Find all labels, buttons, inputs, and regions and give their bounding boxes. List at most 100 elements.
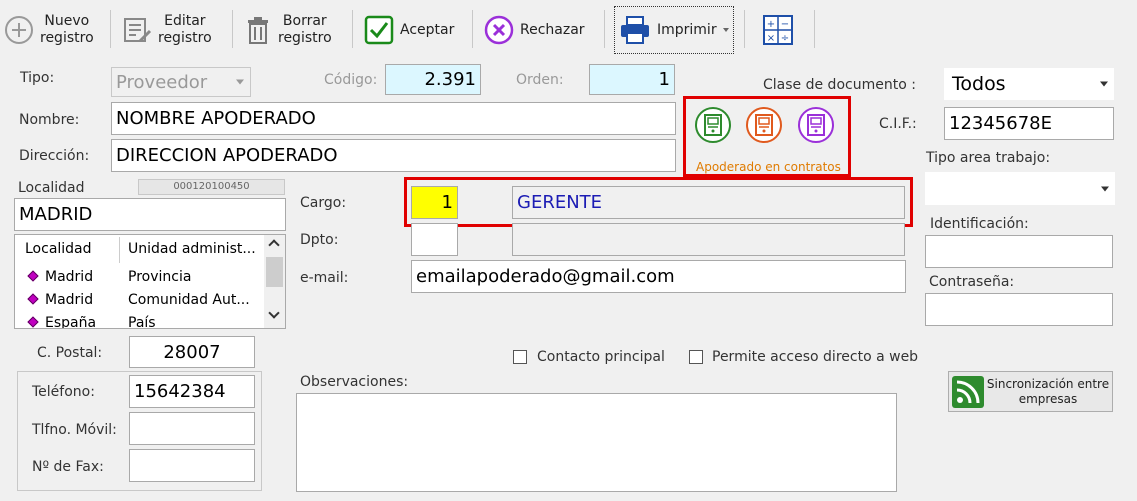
contrasena-field[interactable] xyxy=(925,293,1113,326)
grid-header: Localidad Unidad administ... xyxy=(15,239,271,261)
contacto-principal-label: Contacto principal xyxy=(537,349,665,365)
svg-text:+: + xyxy=(767,19,775,30)
contacto-principal-checkbox[interactable] xyxy=(513,350,527,364)
svg-text:−: − xyxy=(781,19,789,30)
acceso-web-label: Permite acceso directo a web xyxy=(712,349,919,365)
clase-documento-value: Todos xyxy=(952,73,1006,95)
telefono-field[interactable]: 15642384 xyxy=(129,375,255,408)
table-row[interactable]: Madrid Comunidad Aut... xyxy=(15,290,263,312)
observaciones-label: Observaciones: xyxy=(300,374,409,390)
apoderado-contract-orange-button[interactable] xyxy=(746,107,782,143)
table-row[interactable]: España País xyxy=(15,313,263,329)
diamond-icon xyxy=(27,270,39,282)
apoderado-contract-green-button[interactable] xyxy=(695,107,731,143)
rss-feed-icon xyxy=(952,375,984,408)
tipo-area-select[interactable] xyxy=(925,172,1115,205)
email-label: e-mail: xyxy=(300,270,349,286)
editar-registro-button[interactable]: Editar registro xyxy=(122,6,212,54)
codigo-label: Código: xyxy=(324,72,378,88)
aceptar-label: Aceptar xyxy=(400,21,455,38)
chevron-up-icon[interactable] xyxy=(268,239,280,251)
apoderado-contract-purple-button[interactable] xyxy=(798,107,834,143)
tipo-select[interactable]: Proveedor xyxy=(111,67,251,97)
toolbar-separator xyxy=(472,10,473,48)
table-row[interactable]: Madrid Provincia xyxy=(15,267,263,289)
cargo-description-field[interactable]: GERENTE xyxy=(512,186,905,219)
reject-circle-icon xyxy=(484,15,514,45)
nuevo-registro-button[interactable]: Nuevo registro xyxy=(4,6,94,54)
dpto-code-field[interactable] xyxy=(411,223,458,256)
aceptar-button[interactable]: Aceptar xyxy=(364,6,454,54)
localidad-grid: Localidad Unidad administ... Madrid Prov… xyxy=(14,234,286,329)
identificacion-field[interactable] xyxy=(925,235,1113,268)
fax-label: Nº de Fax: xyxy=(32,459,104,475)
nombre-label: Nombre: xyxy=(19,112,80,128)
tipo-label: Tipo: xyxy=(20,70,55,86)
cargo-code-field[interactable]: 1 xyxy=(411,186,458,219)
contract-document-icon xyxy=(704,114,722,136)
orden-label: Orden: xyxy=(516,72,564,88)
grid-cell-localidad: España xyxy=(45,315,97,329)
cif-label: C.I.F.: xyxy=(879,116,917,132)
localidad-label: Localidad xyxy=(18,180,85,196)
identificacion-label: Identificación: xyxy=(930,216,1029,232)
apoderado-caption: Apoderado en contratos xyxy=(696,160,841,174)
editar-label-2: registro xyxy=(158,30,212,46)
toolbar: Nuevo registro Editar registro Borrar regis… xyxy=(0,0,1137,60)
contrasena-label: Contraseña: xyxy=(929,274,1015,290)
sync-label-1: Sincronización entre xyxy=(986,376,1110,391)
direccion-field[interactable]: DIRECCION APODERADO xyxy=(111,139,676,172)
telefono-label: Teléfono: xyxy=(32,384,95,400)
calculator-button[interactable]: + − × ÷ xyxy=(762,6,794,54)
sync-label-2: empresas xyxy=(1018,391,1078,406)
trash-icon xyxy=(248,17,268,44)
grid-header-localidad: Localidad xyxy=(25,241,92,257)
toolbar-separator xyxy=(814,10,815,48)
edit-document-icon xyxy=(124,18,152,43)
borrar-registro-button[interactable]: Borrar registro xyxy=(244,6,332,54)
orden-field[interactable]: 1 xyxy=(589,64,675,95)
contract-document-icon xyxy=(755,114,773,136)
grid-header-unidad: Unidad administ... xyxy=(128,241,256,257)
grid-cell-localidad: Madrid xyxy=(45,269,94,285)
rechazar-button[interactable]: Rechazar xyxy=(484,6,585,54)
add-circle-icon xyxy=(5,16,33,44)
imprimir-button[interactable]: Imprimir xyxy=(614,6,734,54)
calculator-icon: + − × ÷ xyxy=(763,15,793,45)
toolbar-separator xyxy=(110,10,111,48)
chevron-down-icon xyxy=(722,28,729,32)
localidad-field[interactable]: MADRID xyxy=(14,198,286,231)
chevron-down-icon xyxy=(1100,81,1108,87)
cargo-label: Cargo: xyxy=(300,195,347,211)
cif-field[interactable]: 12345678E xyxy=(944,107,1114,140)
cpostal-label: C. Postal: xyxy=(37,345,103,361)
dpto-label: Dpto: xyxy=(300,232,339,248)
svg-text:×: × xyxy=(767,33,775,44)
cpostal-field[interactable]: 28007 xyxy=(129,336,255,368)
grid-scrollbar[interactable] xyxy=(264,235,285,328)
movil-field[interactable] xyxy=(129,412,255,445)
toolbar-separator xyxy=(232,10,233,48)
check-icon xyxy=(364,15,394,45)
email-field[interactable]: emailapoderado@gmail.com xyxy=(411,260,906,293)
borrar-label-1: Borrar xyxy=(282,13,327,29)
nombre-field[interactable]: NOMBRE APODERADO xyxy=(111,102,676,135)
toolbar-separator xyxy=(744,10,745,48)
sincronizacion-button[interactable]: Sincronización entre empresas xyxy=(948,371,1113,412)
dpto-description-field[interactable] xyxy=(512,223,905,256)
chevron-down-icon[interactable] xyxy=(268,307,280,319)
diamond-icon xyxy=(27,293,39,305)
chevron-down-icon xyxy=(1101,186,1109,191)
observaciones-textarea[interactable] xyxy=(296,393,897,492)
scrollbar-thumb[interactable] xyxy=(266,257,283,287)
clase-documento-select[interactable]: Todos xyxy=(944,68,1114,100)
acceso-web-checkbox[interactable] xyxy=(689,350,703,364)
codigo-field[interactable]: 2.391 xyxy=(385,64,481,95)
grid-cell-unidad: Comunidad Aut... xyxy=(128,292,250,308)
fax-field[interactable] xyxy=(129,449,255,482)
imprimir-label: Imprimir xyxy=(657,21,717,38)
movil-label: Tlfno. Móvil: xyxy=(32,422,117,438)
contract-document-icon xyxy=(807,114,825,136)
editar-label-1: Editar xyxy=(164,13,206,29)
nuevo-label-1: Nuevo xyxy=(44,13,90,29)
